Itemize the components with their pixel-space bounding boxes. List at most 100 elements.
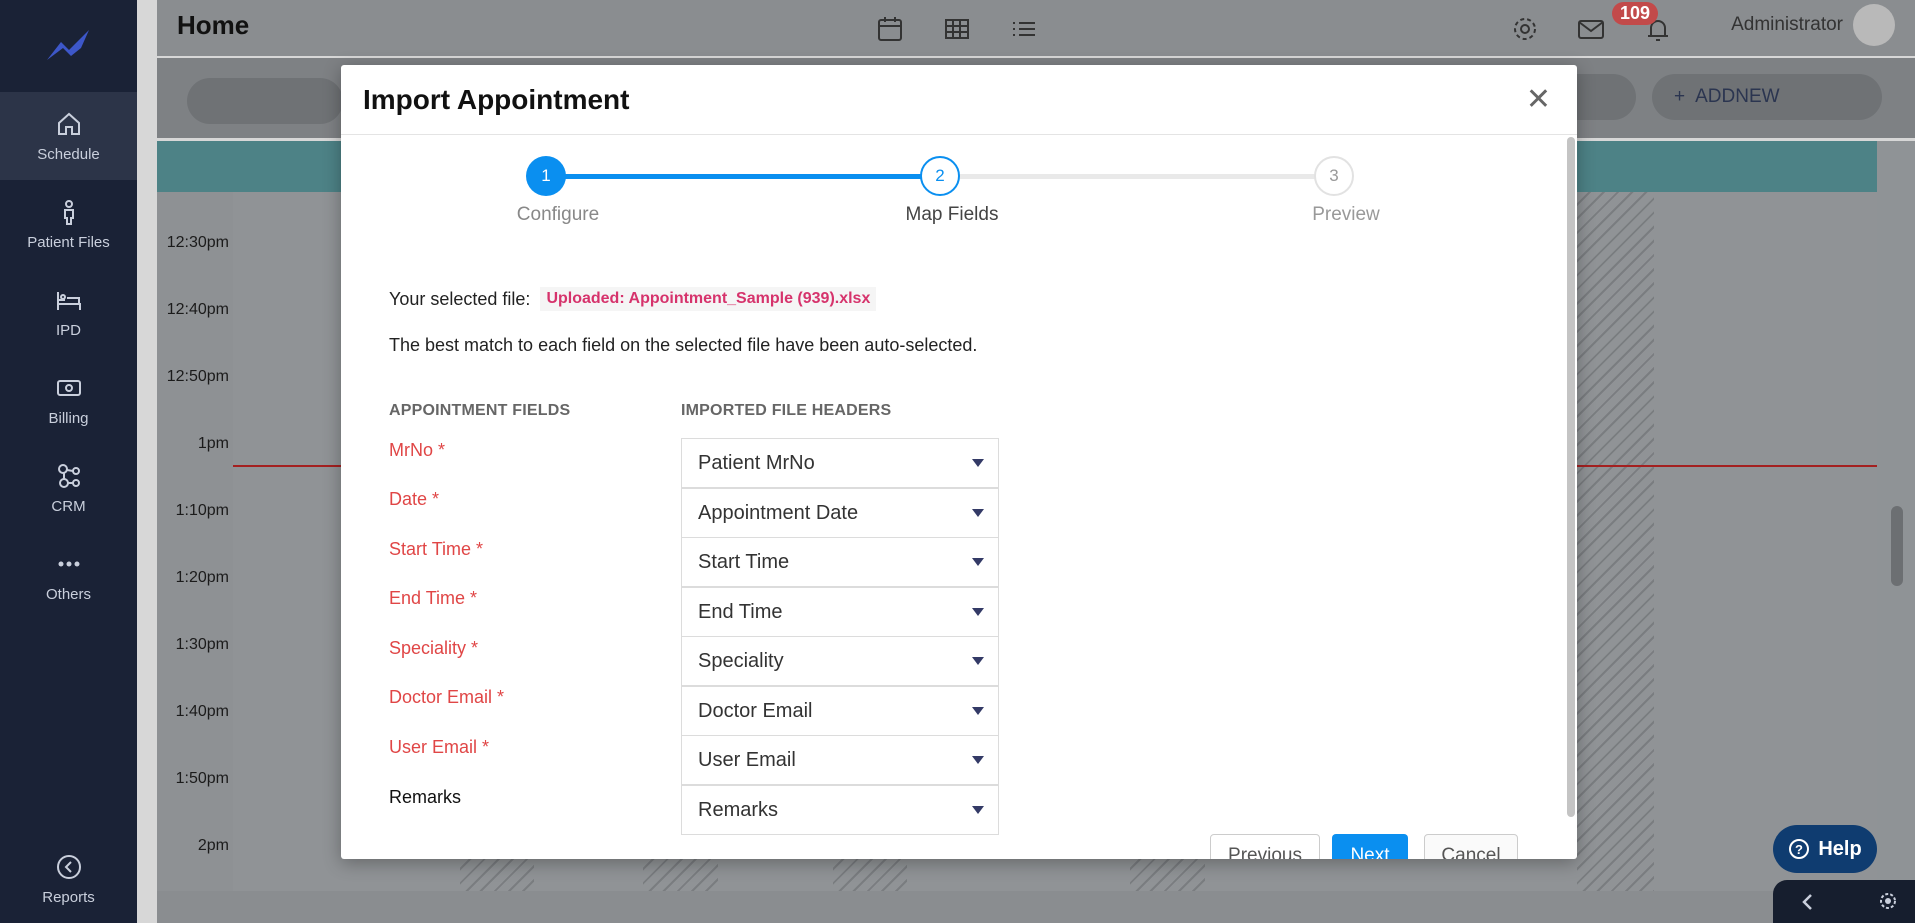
time-label: 12:40pm	[166, 301, 229, 318]
col-header-fields: APPOINTMENT FIELDS	[389, 402, 571, 419]
person-icon	[63, 199, 74, 225]
reports-icon	[56, 854, 81, 879]
view-toggle[interactable]	[187, 78, 343, 124]
user-name[interactable]: Administrator	[1731, 14, 1843, 36]
help-button[interactable]: ? Help	[1773, 825, 1877, 873]
step-1-circle: 1	[526, 156, 566, 196]
import-appointment-modal: Import Appointment ✕ 1 Configure 2 Map F…	[341, 65, 1577, 859]
schedule-scrollbar[interactable]	[1877, 141, 1915, 923]
bottom-dock[interactable]	[1773, 880, 1915, 923]
modal-scrollbar[interactable]	[1567, 137, 1575, 817]
list-icon[interactable]	[1009, 14, 1039, 44]
caret-down-icon	[972, 459, 984, 467]
caret-down-icon	[972, 608, 984, 616]
scroll-thumb[interactable]	[1891, 506, 1903, 586]
select-value: Speciality	[698, 649, 784, 672]
field-label-start-time: Start Time *	[389, 539, 484, 559]
field-label-date: Date *	[389, 489, 440, 509]
gear-icon[interactable]	[1510, 14, 1540, 44]
modal-body: 1 Configure 2 Map Fields 3 Preview Your …	[341, 136, 1565, 859]
close-icon[interactable]: ✕	[1526, 85, 1551, 115]
select-mrno[interactable]: Patient MrNo	[681, 438, 999, 488]
select-speciality[interactable]: Speciality	[681, 636, 999, 686]
chevron-left-icon[interactable]	[1799, 892, 1815, 912]
step-connector-pending	[946, 174, 1324, 179]
add-new-label: ADDNEW	[1695, 86, 1780, 107]
sidebar-item-patient-files[interactable]: Patient Files	[0, 180, 137, 268]
gear-icon[interactable]	[1877, 890, 1899, 912]
sidebar-item-ipd[interactable]: IPD	[0, 268, 137, 356]
sidebar-item-reports[interactable]: Reports	[0, 835, 137, 923]
field-label-speciality: Speciality *	[389, 638, 479, 658]
sidebar-item-label: Reports	[42, 888, 95, 906]
logo-icon	[46, 30, 89, 60]
sidebar-item-label: CRM	[51, 497, 86, 515]
plus-icon: +	[1674, 86, 1686, 107]
select-value: Appointment Date	[698, 501, 859, 524]
select-doctor-email[interactable]: Doctor Email	[681, 686, 999, 736]
field-label-mrno: MrNo *	[389, 440, 446, 460]
previous-button[interactable]: Previous	[1210, 834, 1320, 859]
cancel-button[interactable]: Cancel	[1424, 834, 1518, 859]
help-label: Help	[1818, 837, 1862, 860]
home-icon	[57, 112, 80, 135]
sidebar-item-schedule[interactable]: Schedule	[0, 92, 137, 180]
mail-icon[interactable]	[1576, 14, 1606, 44]
select-date[interactable]: Appointment Date	[681, 488, 999, 538]
col-header-file-headers: IMPORTED FILE HEADERS	[681, 402, 892, 419]
select-value: End Time	[698, 600, 783, 623]
step-3-circle: 3	[1314, 156, 1354, 196]
select-value: Remarks	[698, 798, 779, 821]
page-title: Home	[177, 10, 250, 40]
more-icon	[58, 561, 79, 566]
select-value: Doctor Email	[698, 699, 813, 722]
select-value: Start Time	[698, 550, 790, 573]
sidebar-item-crm[interactable]: CRM	[0, 444, 137, 532]
svg-text:?: ?	[1795, 842, 1803, 857]
select-end-time[interactable]: End Time	[681, 587, 999, 637]
caret-down-icon	[972, 806, 984, 814]
sidebar-item-label: Patient Files	[27, 233, 110, 251]
select-start-time[interactable]: Start Time	[681, 537, 999, 587]
caret-down-icon	[972, 657, 984, 665]
select-value: User Email	[698, 748, 796, 771]
time-label: 1pm	[197, 435, 229, 452]
filter-dropdown[interactable]	[1570, 74, 1636, 120]
time-label: 1:40pm	[175, 703, 229, 720]
time-label: 1:10pm	[175, 502, 229, 519]
field-label-end-time: End Time *	[389, 588, 478, 608]
select-remarks[interactable]: Remarks	[681, 785, 999, 835]
time-label: 2pm	[197, 837, 229, 854]
auto-select-note: The best match to each field on the sele…	[389, 335, 978, 355]
caret-down-icon	[972, 509, 984, 517]
sidebar-item-label: Schedule	[37, 145, 100, 163]
sidebar-item-label: IPD	[55, 321, 81, 339]
caret-down-icon	[972, 558, 984, 566]
caret-down-icon	[972, 756, 984, 764]
add-new-button[interactable]: + ADDNEW	[1652, 74, 1882, 120]
time-label: 12:30pm	[166, 234, 229, 251]
calendar-icon[interactable]	[875, 14, 905, 44]
question-icon: ?	[1789, 839, 1810, 859]
step-2-label: Map Fields	[905, 204, 999, 225]
sidebar: Schedule Patient Files IPD Billing CRM O…	[0, 0, 137, 923]
sidebar-item-others[interactable]: Others	[0, 532, 137, 620]
grid-icon[interactable]	[942, 14, 972, 44]
field-label-user-email: User Email *	[389, 737, 490, 757]
time-label: 1:50pm	[175, 770, 229, 787]
step-connector-complete	[548, 174, 926, 179]
select-user-email[interactable]: User Email	[681, 735, 999, 785]
caret-down-icon	[972, 707, 984, 715]
time-label: 12:50pm	[166, 368, 229, 385]
step-3-label: Preview	[1312, 204, 1380, 225]
next-button[interactable]: Next	[1332, 834, 1408, 859]
blocked-slot	[1577, 192, 1654, 891]
select-value: Patient MrNo	[698, 451, 815, 474]
selected-file-line: Your selected file: Uploaded: Appointmen…	[389, 287, 877, 311]
sidebar-item-label: Others	[45, 585, 91, 603]
avatar[interactable]	[1853, 4, 1895, 46]
time-label: 1:30pm	[175, 636, 229, 653]
sidebar-item-billing[interactable]: Billing	[0, 356, 137, 444]
app-logo[interactable]	[0, 0, 137, 92]
step-1-label: Configure	[516, 204, 600, 225]
